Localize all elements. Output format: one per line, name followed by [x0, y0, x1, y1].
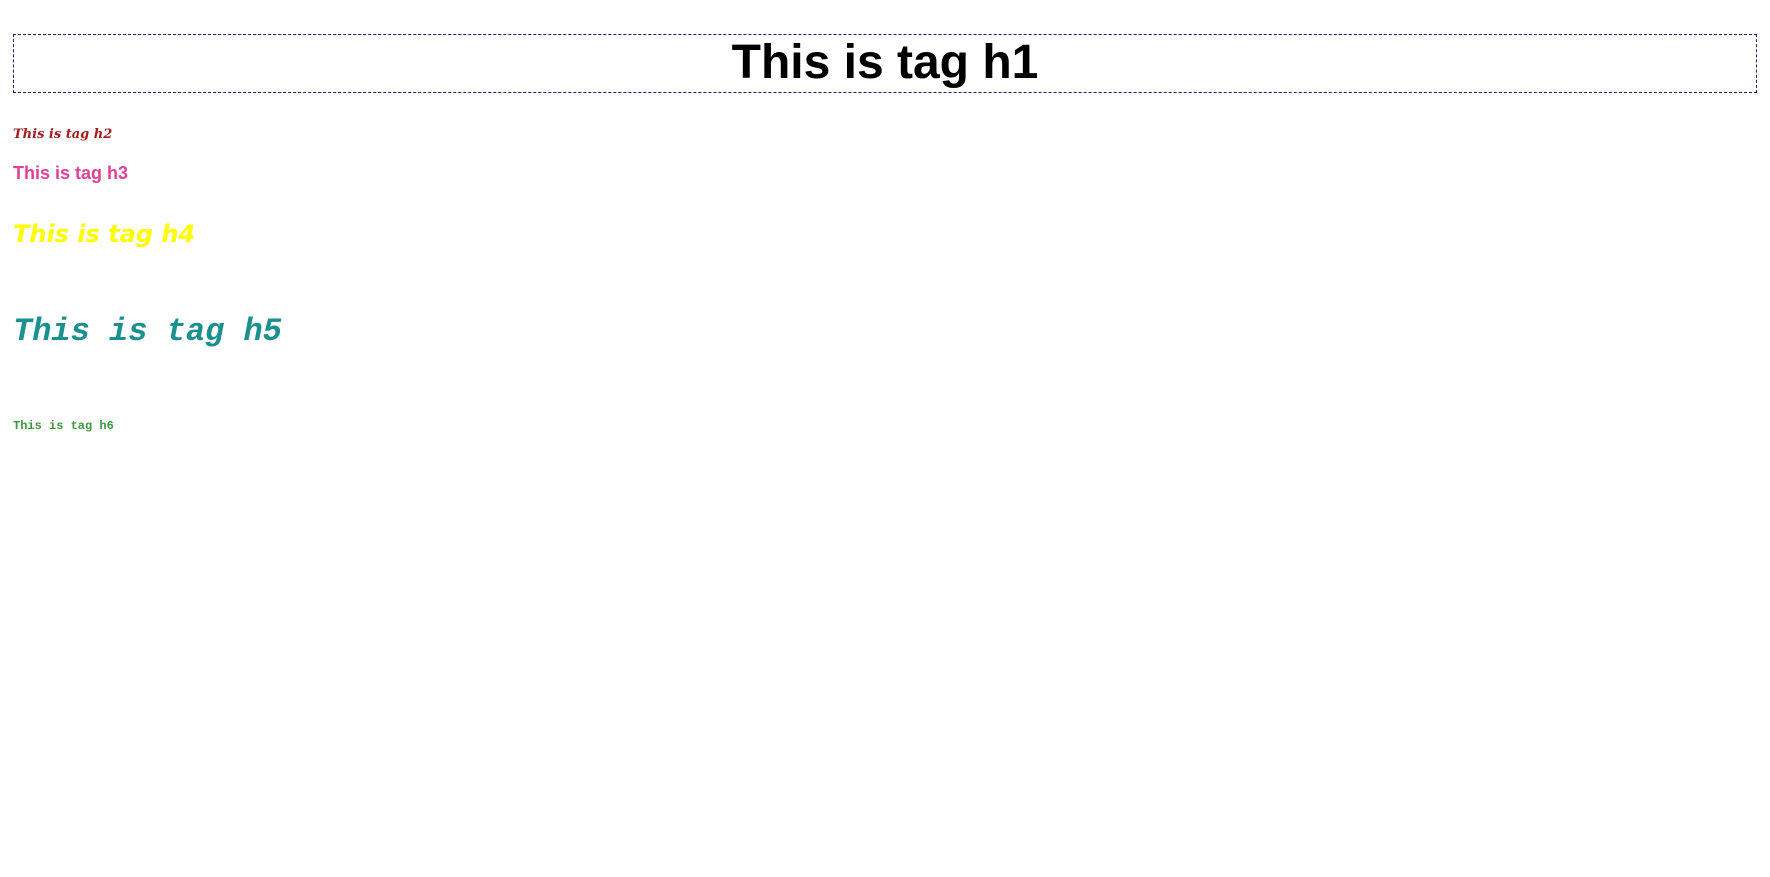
- h1-container: This is tag h1: [13, 34, 1757, 93]
- heading-h2: This is tag h2: [13, 127, 113, 142]
- heading-h5: This is tag h5: [13, 313, 282, 350]
- heading-h3: This is tag h3: [13, 163, 129, 183]
- heading-h4: This is tag h4: [13, 220, 196, 248]
- heading-h1: This is tag h1: [731, 35, 1039, 89]
- heading-h6: This is tag h6: [13, 419, 114, 433]
